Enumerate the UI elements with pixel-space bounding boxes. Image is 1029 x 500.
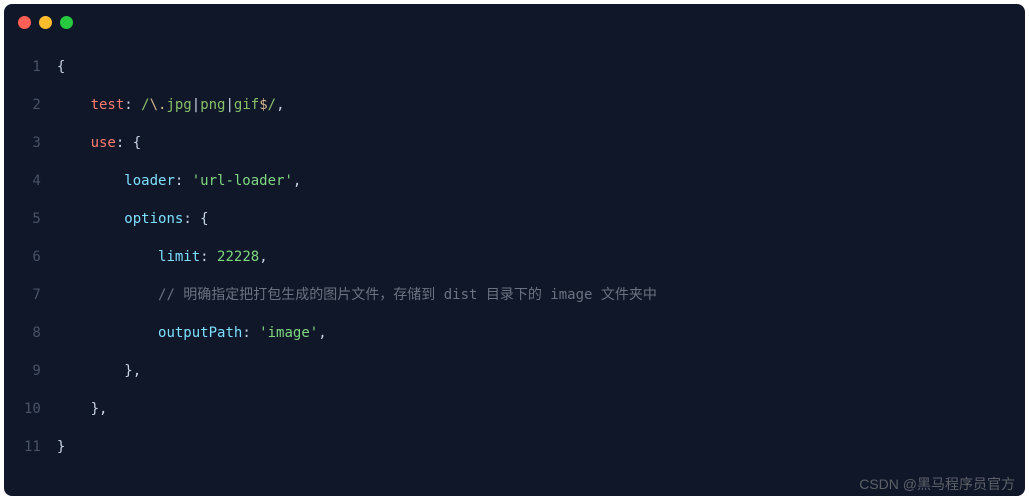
- code-line: },: [57, 352, 1025, 390]
- code-content[interactable]: { test: /\.jpg|png|gif$/, use: { loader:…: [57, 48, 1025, 466]
- token-punct: },: [91, 401, 108, 417]
- line-number: 4: [24, 162, 41, 200]
- token-regex-alt: $: [259, 97, 267, 113]
- line-number: 11: [24, 428, 41, 466]
- code-line: // 明确指定把打包生成的图片文件，存储到 dist 目录下的 image 文件…: [57, 276, 1025, 314]
- line-number: 5: [24, 200, 41, 238]
- token-regex: gif: [234, 97, 259, 113]
- line-number: 8: [24, 314, 41, 352]
- token-punct: {: [57, 59, 65, 75]
- code-editor-window: 1234567891011 { test: /\.jpg|png|gif$/, …: [4, 4, 1025, 496]
- token-punct: :: [200, 249, 217, 265]
- token-punct: }: [57, 439, 65, 455]
- token-regex: png: [200, 97, 225, 113]
- token-punct: :: [175, 173, 192, 189]
- maximize-button[interactable]: [60, 16, 73, 29]
- window-title-bar: [4, 4, 1025, 40]
- token-regex: jpg: [166, 97, 191, 113]
- token-punct: ,: [318, 325, 326, 341]
- token-punct: |: [225, 97, 233, 113]
- line-number: 7: [24, 276, 41, 314]
- token-key-blue: loader: [124, 173, 175, 189]
- token-punct: ,: [293, 173, 301, 189]
- token-string: 'url-loader': [192, 173, 293, 189]
- token-punct: |: [192, 97, 200, 113]
- line-number: 10: [24, 390, 41, 428]
- token-punct: :: [124, 97, 141, 113]
- line-number: 2: [24, 86, 41, 124]
- code-area: 1234567891011 { test: /\.jpg|png|gif$/, …: [4, 40, 1025, 474]
- code-line: },: [57, 390, 1025, 428]
- token-punct: :: [242, 325, 259, 341]
- token-key-red: use: [91, 135, 116, 151]
- token-key-blue: options: [124, 211, 183, 227]
- code-line: }: [57, 428, 1025, 466]
- token-key-blue: limit: [158, 249, 200, 265]
- code-line: loader: 'url-loader',: [57, 162, 1025, 200]
- token-key-blue: outputPath: [158, 325, 242, 341]
- line-number: 3: [24, 124, 41, 162]
- line-number: 9: [24, 352, 41, 390]
- code-line: use: {: [57, 124, 1025, 162]
- token-regex-alt: \.: [150, 97, 167, 113]
- line-number-gutter: 1234567891011: [4, 48, 57, 466]
- token-punct: : {: [183, 211, 208, 227]
- token-regex: /: [141, 97, 149, 113]
- token-key-red: test: [91, 97, 125, 113]
- code-line: outputPath: 'image',: [57, 314, 1025, 352]
- token-regex: /: [268, 97, 276, 113]
- token-punct: ,: [259, 249, 267, 265]
- token-comment: // 明确指定把打包生成的图片文件，存储到 dist 目录下的 image 文件…: [158, 287, 657, 303]
- token-number: 22228: [217, 249, 259, 265]
- watermark-text: CSDN @黑马程序员官方: [859, 474, 1015, 494]
- token-string: 'image': [259, 325, 318, 341]
- code-line: limit: 22228,: [57, 238, 1025, 276]
- token-punct: ,: [276, 97, 284, 113]
- token-punct: },: [124, 363, 141, 379]
- minimize-button[interactable]: [39, 16, 52, 29]
- line-number: 1: [24, 48, 41, 86]
- close-button[interactable]: [18, 16, 31, 29]
- code-line: options: {: [57, 200, 1025, 238]
- token-punct: : {: [116, 135, 141, 151]
- code-line: {: [57, 48, 1025, 86]
- line-number: 6: [24, 238, 41, 276]
- code-line: test: /\.jpg|png|gif$/,: [57, 86, 1025, 124]
